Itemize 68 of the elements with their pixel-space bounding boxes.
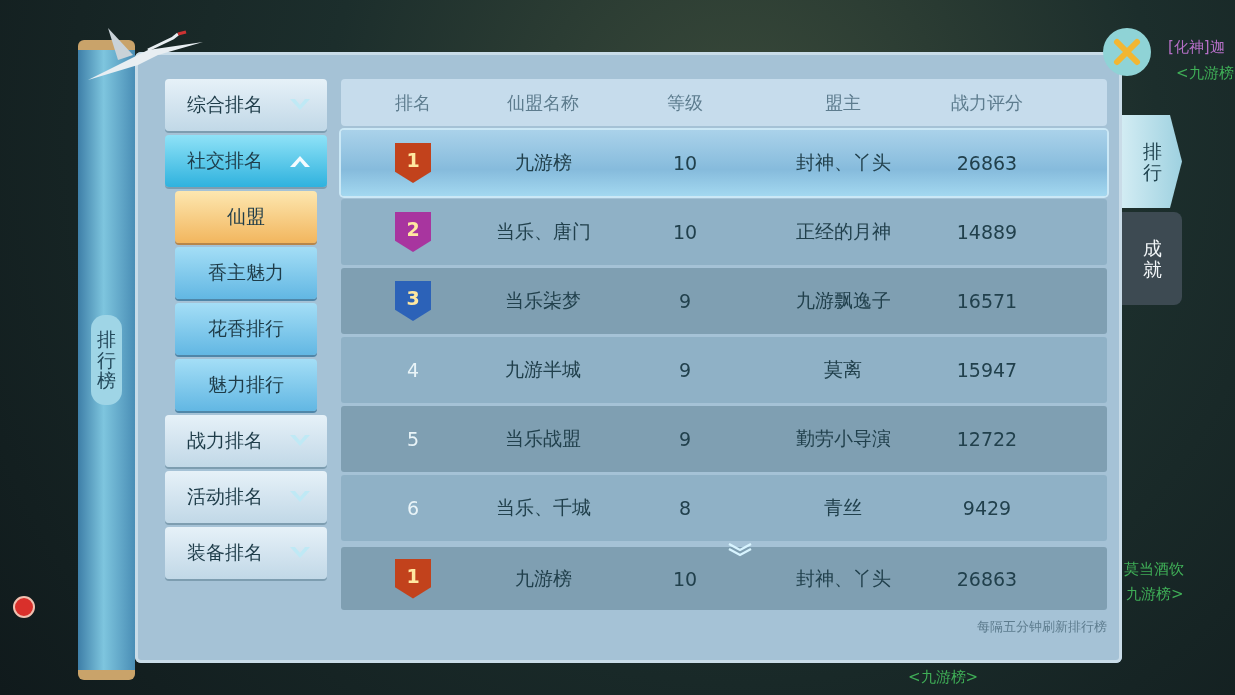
rank-number: 4 bbox=[406, 359, 420, 381]
power-score: 15947 bbox=[956, 359, 1018, 381]
guild-leader: 青丝 bbox=[824, 495, 862, 520]
submenu-button[interactable]: 仙盟 bbox=[175, 191, 317, 243]
scene-name-label: 九游榜> bbox=[1126, 585, 1184, 604]
guild-leader: 封神、丫头 bbox=[795, 150, 891, 175]
guild-leader: 勤劳小导演 bbox=[795, 426, 891, 451]
column-header: 排名 bbox=[395, 90, 431, 115]
column-header: 等级 bbox=[667, 90, 703, 115]
guild-name: 九游榜 bbox=[514, 150, 572, 175]
menu-category-button[interactable]: 战力排名 bbox=[165, 415, 327, 467]
submenu-button[interactable]: 魅力排行 bbox=[175, 359, 317, 411]
power-score: 16571 bbox=[956, 290, 1018, 312]
guild-level: 8 bbox=[678, 497, 692, 519]
menu-category-button[interactable]: 装备排名 bbox=[165, 527, 327, 579]
rank-badge: 2 bbox=[395, 212, 431, 252]
scroll-title: 排行榜 bbox=[91, 314, 122, 406]
table-row[interactable]: 5 当乐战盟 9 勤劳小导演 12722 bbox=[341, 406, 1107, 472]
side-tab[interactable]: 成就 bbox=[1122, 212, 1182, 305]
guild-name: 当乐柒梦 bbox=[505, 288, 581, 313]
guild-level: 10 bbox=[672, 152, 698, 174]
guild-leader: 九游飘逸子 bbox=[795, 288, 891, 313]
power-score: 26863 bbox=[956, 152, 1018, 174]
power-score: 12722 bbox=[956, 428, 1018, 450]
column-header: 战力评分 bbox=[951, 90, 1023, 115]
rank-number: 5 bbox=[406, 428, 420, 450]
scene-name-label: <九游榜> bbox=[908, 668, 979, 687]
rank-badge: 3 bbox=[395, 281, 431, 321]
table-row[interactable]: 2 当乐、唐门 10 正经的月神 14889 bbox=[341, 199, 1107, 265]
guild-level: 10 bbox=[672, 221, 698, 243]
guild-leader: 莫离 bbox=[824, 357, 862, 382]
guild-name: 当乐、唐门 bbox=[495, 219, 591, 244]
rank-badge: 1 bbox=[395, 558, 431, 599]
guild-name: 当乐、千城 bbox=[495, 495, 591, 520]
guild-level: 9 bbox=[678, 428, 692, 450]
column-header: 仙盟名称 bbox=[507, 90, 579, 115]
rank-badge: 1 bbox=[395, 143, 431, 183]
close-icon bbox=[1112, 37, 1142, 67]
table-row[interactable]: 3 当乐柒梦 9 九游飘逸子 16571 bbox=[341, 268, 1107, 334]
side-tab[interactable]: 排行 bbox=[1122, 115, 1182, 208]
record-dot-icon bbox=[13, 596, 35, 618]
scene-guild-label: [化神]迦 bbox=[1168, 38, 1225, 57]
table-row[interactable]: 4 九游半城 9 莫离 15947 bbox=[341, 337, 1107, 403]
power-score: 14889 bbox=[956, 221, 1018, 243]
menu-category-button[interactable]: 综合排名 bbox=[165, 79, 327, 131]
guild-level: 9 bbox=[678, 290, 692, 312]
rank-number: 6 bbox=[406, 497, 420, 519]
power-score: 9429 bbox=[962, 497, 1012, 519]
scene-name-label: <九游榜 bbox=[1176, 64, 1234, 83]
menu-category-button[interactable]: 活动排名 bbox=[165, 471, 327, 523]
table-row[interactable]: 6 当乐、千城 8 青丝 9429 bbox=[341, 475, 1107, 541]
guild-leader: 封神、丫头 bbox=[795, 565, 891, 591]
guild-leader: 正经的月神 bbox=[795, 219, 891, 244]
close-button[interactable] bbox=[1103, 28, 1151, 76]
submenu-button[interactable]: 花香排行 bbox=[175, 303, 317, 355]
table-row[interactable]: 1 九游榜 10 封神、丫头 26863 bbox=[341, 130, 1107, 196]
guild-name: 当乐战盟 bbox=[505, 426, 581, 451]
double-chevron-icon bbox=[727, 543, 753, 557]
column-header: 盟主 bbox=[825, 90, 861, 115]
scene-name-label: 莫当酒饮 bbox=[1124, 560, 1184, 579]
menu-category-button[interactable]: 社交排名 bbox=[165, 135, 327, 187]
refresh-note: 每隔五分钟刷新排行榜 bbox=[976, 618, 1107, 636]
guild-level: 9 bbox=[678, 359, 692, 381]
guild-level: 10 bbox=[672, 567, 698, 590]
submenu-button[interactable]: 香主魅力 bbox=[175, 247, 317, 299]
power-score: 26863 bbox=[956, 567, 1018, 590]
guild-name: 九游半城 bbox=[505, 357, 581, 382]
guild-name: 九游榜 bbox=[514, 565, 572, 591]
